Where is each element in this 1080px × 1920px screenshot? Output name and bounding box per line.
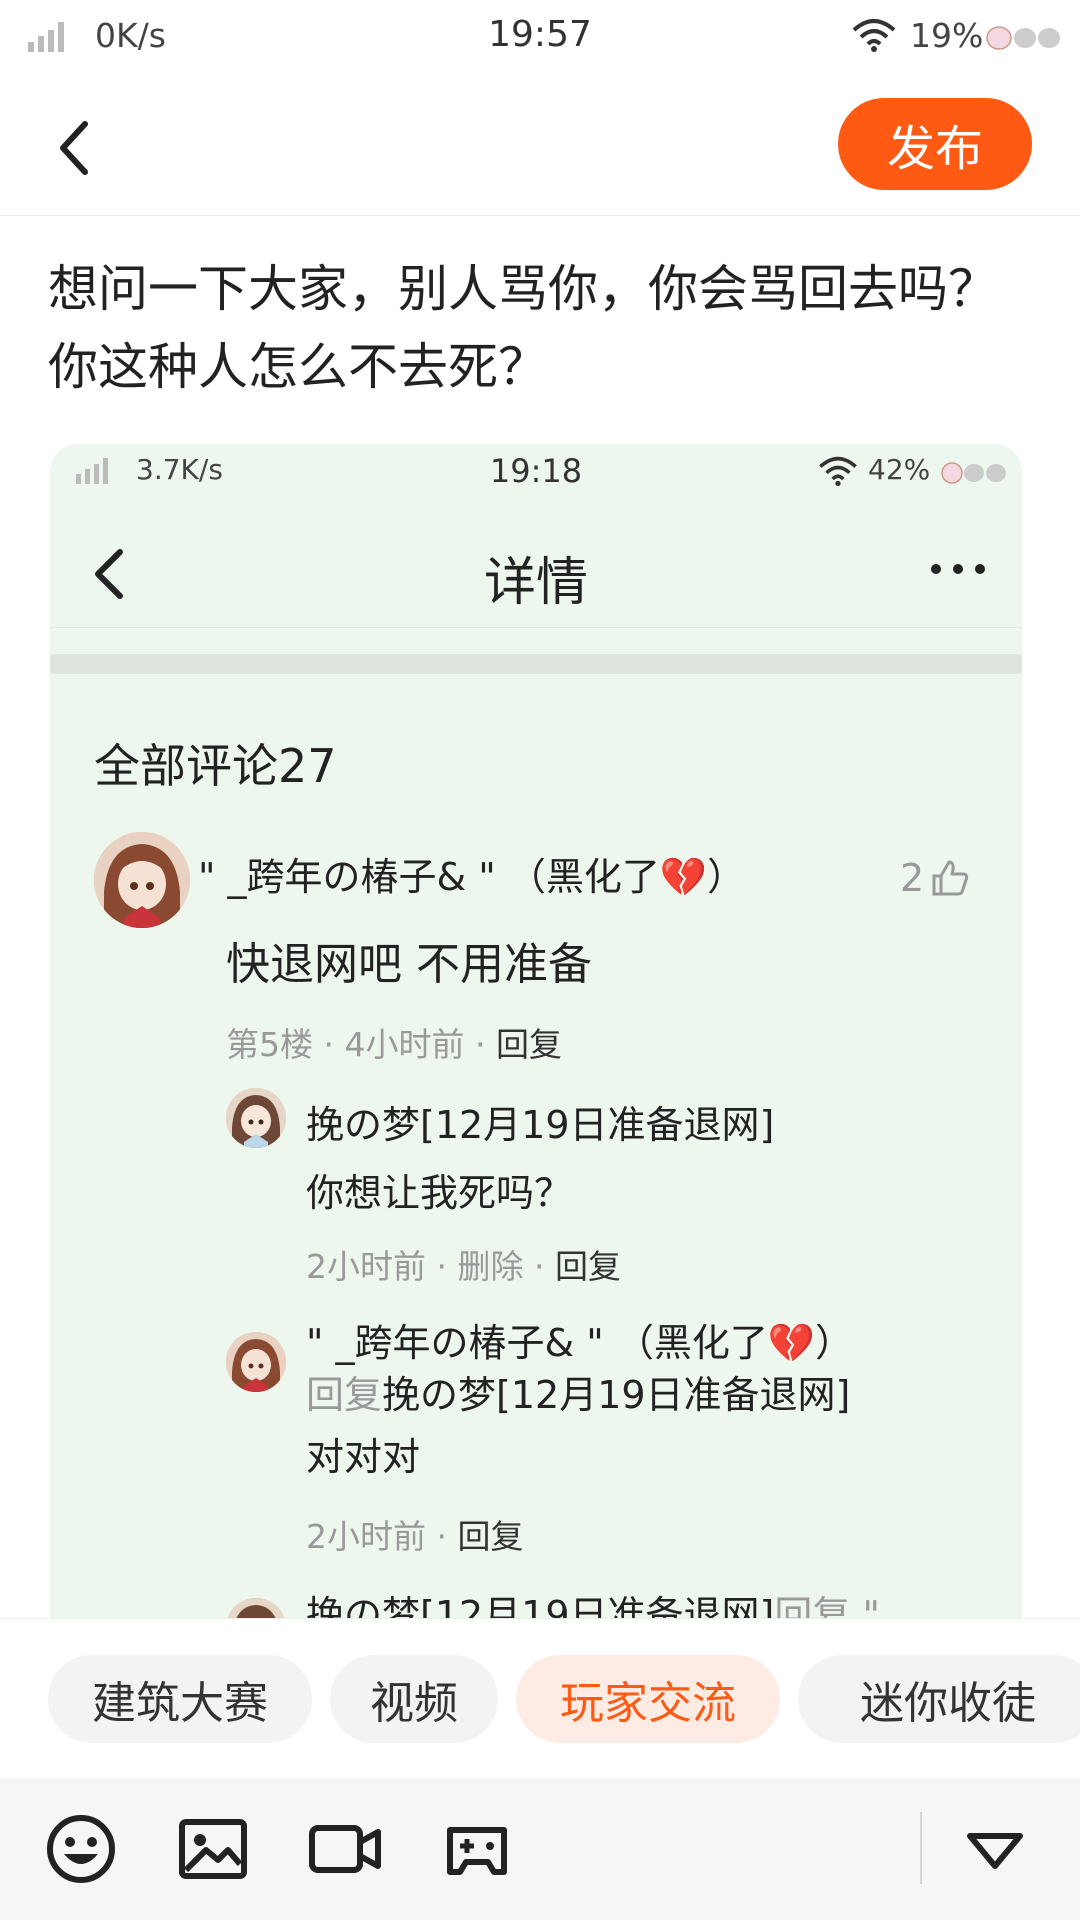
toolbar-divider bbox=[920, 1812, 922, 1884]
top-nav-bar: 发布 bbox=[0, 76, 1080, 216]
video-icon[interactable] bbox=[308, 1812, 382, 1886]
reply-word: 回复 bbox=[306, 1373, 383, 1417]
reply-time: 2小时前 · bbox=[306, 1517, 458, 1556]
reply-meta: 2小时前 · 回复 bbox=[306, 1510, 523, 1558]
reply-author[interactable]: 挽の梦[12月19日准备退网] bbox=[306, 1094, 774, 1149]
like-count: 2 bbox=[900, 856, 925, 900]
notification-icons bbox=[941, 462, 1006, 484]
reply-link[interactable]: 回复 bbox=[555, 1247, 621, 1286]
comment-floor-time: 第5楼 · 4小时前 · bbox=[226, 1025, 496, 1064]
attached-screenshot-image[interactable]: 3.7K/s 19:18 42% 详情 全部评论27 " _跨年の椿子& " （… bbox=[50, 444, 1022, 1619]
avatar bbox=[94, 832, 190, 928]
tag-video[interactable]: 视频 bbox=[330, 1655, 498, 1743]
reply-author[interactable]: " _跨年の椿子& " （黑化了💔） bbox=[306, 1312, 853, 1367]
reply-word: 回复 " bbox=[774, 1593, 880, 1619]
tag-player-exchange[interactable]: 玩家交流 bbox=[516, 1655, 780, 1743]
like-button[interactable]: 2 bbox=[900, 856, 970, 900]
more-icon bbox=[931, 564, 985, 574]
status-bar: 0K/s 19:57 19% bbox=[0, 0, 1080, 76]
comment-meta: 第5楼 · 4小时前 · 回复 bbox=[226, 1018, 562, 1066]
gamepad-icon[interactable] bbox=[440, 1812, 514, 1886]
reply-author[interactable]: 挽の梦[12月19日准备退网] bbox=[306, 1593, 774, 1619]
comments-header: 全部评论27 bbox=[94, 739, 337, 793]
reply-target[interactable]: 挽の梦[12月19日准备退网] bbox=[382, 1373, 850, 1417]
compose-toolbar bbox=[0, 1778, 1080, 1920]
post-title[interactable]: 想问一下大家，别人骂你，你会骂回去吗？你这种人怎么不去死？ bbox=[48, 250, 1038, 406]
emoji-icon[interactable] bbox=[44, 1812, 118, 1886]
avatar bbox=[226, 1088, 286, 1148]
reply-link[interactable]: 回复 bbox=[496, 1025, 562, 1064]
avatar bbox=[226, 1598, 286, 1619]
notification-icons bbox=[986, 26, 1060, 50]
chevron-left-icon bbox=[60, 121, 88, 175]
reply-time-delete: 2小时前 · 删除 · bbox=[306, 1247, 555, 1286]
avatar bbox=[226, 1332, 286, 1392]
screenshot-page-title: 详情 bbox=[483, 553, 588, 613]
reply-text: 对对对 bbox=[306, 1435, 421, 1479]
reply-meta: 2小时前 · 删除 · 回复 bbox=[306, 1240, 621, 1288]
screenshot-nav-bar: 详情 bbox=[50, 514, 1022, 628]
reply-link[interactable]: 回复 bbox=[457, 1517, 523, 1556]
network-speed: 0K/s bbox=[95, 16, 166, 55]
collapse-icon[interactable] bbox=[958, 1812, 1032, 1886]
wifi-icon bbox=[819, 456, 857, 486]
screenshot-status-bar: 3.7K/s 19:18 42% bbox=[50, 444, 1022, 504]
image-icon[interactable] bbox=[176, 1812, 250, 1886]
comment-author[interactable]: " _跨年の椿子& " （黑化了💔） bbox=[198, 846, 745, 901]
reply-author-partial: 挽の梦[12月19日准备退网]回复 " bbox=[306, 1584, 880, 1619]
divider bbox=[50, 654, 1022, 674]
publish-button[interactable]: 发布 bbox=[838, 98, 1032, 190]
tag-building-contest[interactable]: 建筑大赛 bbox=[48, 1655, 312, 1743]
reply-text: 你想让我死吗？ bbox=[306, 1171, 573, 1215]
screenshot-battery: 42% bbox=[868, 453, 931, 486]
signal-icon bbox=[28, 22, 64, 52]
thumbs-up-icon bbox=[932, 860, 969, 896]
wifi-icon bbox=[852, 19, 896, 52]
topic-tags: 建筑大赛 视频 玩家交流 迷你收徒 bbox=[0, 1618, 1080, 1778]
comment-text: 快退网吧 不用准备 bbox=[226, 939, 592, 990]
tag-mini-apprentice[interactable]: 迷你收徒 bbox=[798, 1655, 1080, 1743]
battery-level: 19% bbox=[910, 16, 984, 55]
reply-to-line: 回复挽の梦[12月19日准备退网] bbox=[306, 1364, 850, 1419]
back-button[interactable] bbox=[40, 108, 110, 188]
